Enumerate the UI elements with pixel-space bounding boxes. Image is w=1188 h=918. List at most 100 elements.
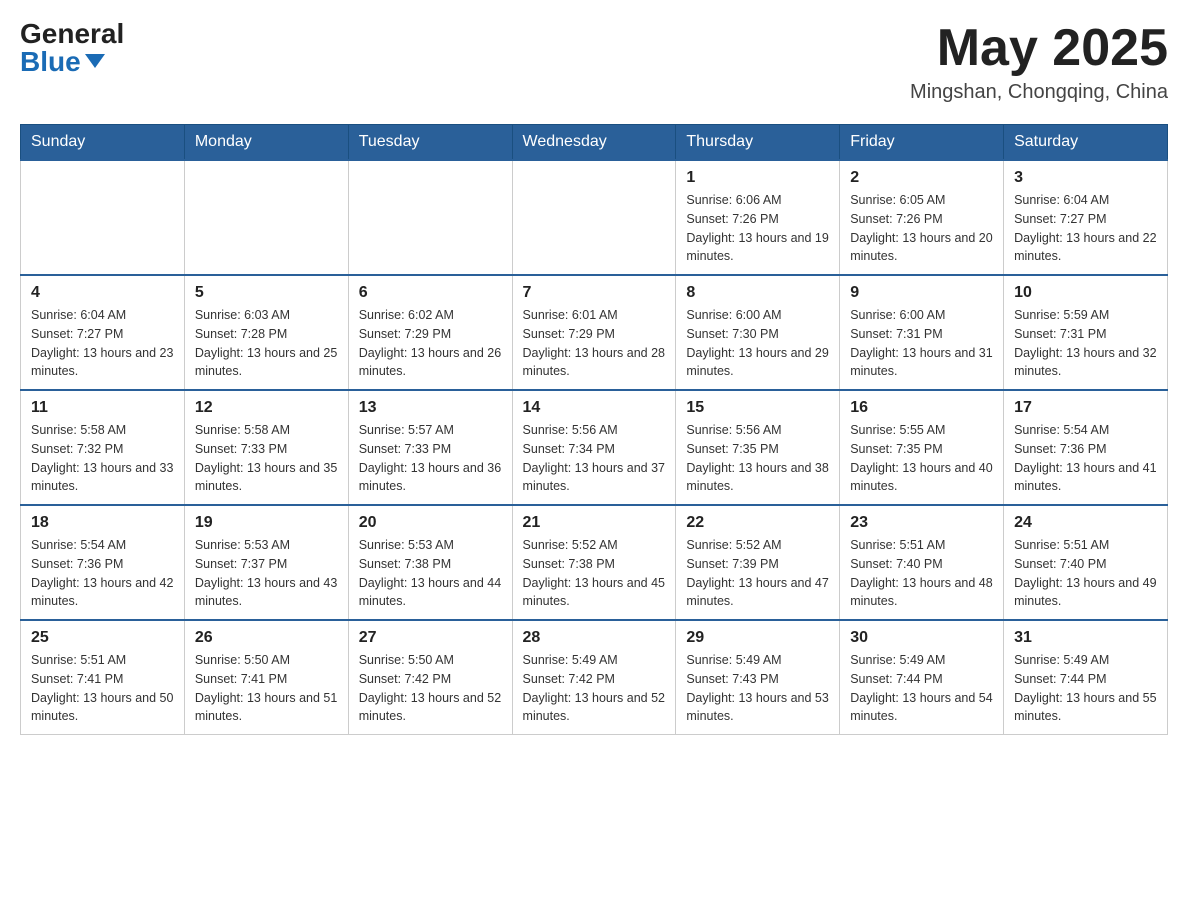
- calendar-table: SundayMondayTuesdayWednesdayThursdayFrid…: [20, 124, 1168, 735]
- day-number: 9: [850, 284, 993, 302]
- calendar-cell: 11 Sunrise: 5:58 AM Sunset: 7:32 PM Dayli…: [21, 390, 185, 505]
- calendar-cell: [348, 160, 512, 275]
- day-info: Sunrise: 5:57 AM Sunset: 7:33 PM Dayligh…: [359, 421, 502, 496]
- calendar-cell: 14 Sunrise: 5:56 AM Sunset: 7:34 PM Dayli…: [512, 390, 676, 505]
- calendar-cell: 8 Sunrise: 6:00 AM Sunset: 7:30 PM Daylig…: [676, 275, 840, 390]
- day-info: Sunrise: 6:02 AM Sunset: 7:29 PM Dayligh…: [359, 306, 502, 381]
- day-number: 27: [359, 629, 502, 647]
- day-info: Sunrise: 5:51 AM Sunset: 7:40 PM Dayligh…: [850, 536, 993, 611]
- calendar-cell: 7 Sunrise: 6:01 AM Sunset: 7:29 PM Daylig…: [512, 275, 676, 390]
- column-header-saturday: Saturday: [1004, 125, 1168, 161]
- day-info: Sunrise: 6:05 AM Sunset: 7:26 PM Dayligh…: [850, 191, 993, 266]
- day-number: 12: [195, 399, 338, 417]
- day-info: Sunrise: 6:06 AM Sunset: 7:26 PM Dayligh…: [686, 191, 829, 266]
- day-info: Sunrise: 5:58 AM Sunset: 7:33 PM Dayligh…: [195, 421, 338, 496]
- calendar-cell: 28 Sunrise: 5:49 AM Sunset: 7:42 PM Dayli…: [512, 620, 676, 735]
- day-number: 3: [1014, 169, 1157, 187]
- day-number: 30: [850, 629, 993, 647]
- calendar-cell: 18 Sunrise: 5:54 AM Sunset: 7:36 PM Dayli…: [21, 505, 185, 620]
- month-title: May 2025: [910, 20, 1168, 77]
- page-header: General Blue May 2025 Mingshan, Chongqin…: [20, 20, 1168, 104]
- column-header-sunday: Sunday: [21, 125, 185, 161]
- day-number: 16: [850, 399, 993, 417]
- calendar-cell: 10 Sunrise: 5:59 AM Sunset: 7:31 PM Dayli…: [1004, 275, 1168, 390]
- day-number: 31: [1014, 629, 1157, 647]
- logo-triangle-icon: [85, 54, 105, 68]
- column-header-monday: Monday: [184, 125, 348, 161]
- day-info: Sunrise: 5:56 AM Sunset: 7:34 PM Dayligh…: [523, 421, 666, 496]
- column-header-friday: Friday: [840, 125, 1004, 161]
- week-row-1: 1 Sunrise: 6:06 AM Sunset: 7:26 PM Daylig…: [21, 160, 1168, 275]
- calendar-cell: 17Sunrise: 5:54 AM Sunset: 7:36 PM Dayli…: [1004, 390, 1168, 505]
- day-number: 5: [195, 284, 338, 302]
- calendar-cell: 13 Sunrise: 5:57 AM Sunset: 7:33 PM Dayli…: [348, 390, 512, 505]
- day-info: Sunrise: 6:03 AM Sunset: 7:28 PM Dayligh…: [195, 306, 338, 381]
- day-number: 28: [523, 629, 666, 647]
- week-row-3: 11 Sunrise: 5:58 AM Sunset: 7:32 PM Dayli…: [21, 390, 1168, 505]
- calendar-cell: 27 Sunrise: 5:50 AM Sunset: 7:42 PM Dayli…: [348, 620, 512, 735]
- column-header-wednesday: Wednesday: [512, 125, 676, 161]
- header-row: SundayMondayTuesdayWednesdayThursdayFrid…: [21, 125, 1168, 161]
- calendar-cell: [512, 160, 676, 275]
- calendar-cell: 22 Sunrise: 5:52 AM Sunset: 7:39 PM Dayli…: [676, 505, 840, 620]
- calendar-cell: 24 Sunrise: 5:51 AM Sunset: 7:40 PM Dayli…: [1004, 505, 1168, 620]
- day-number: 1: [686, 169, 829, 187]
- day-info: Sunrise: 5:56 AM Sunset: 7:35 PM Dayligh…: [686, 421, 829, 496]
- day-number: 22: [686, 514, 829, 532]
- day-number: 25: [31, 629, 174, 647]
- day-number: 15: [686, 399, 829, 417]
- day-info: Sunrise: 5:53 AM Sunset: 7:38 PM Dayligh…: [359, 536, 502, 611]
- day-number: 18: [31, 514, 174, 532]
- column-header-tuesday: Tuesday: [348, 125, 512, 161]
- calendar-cell: 4Sunrise: 6:04 AM Sunset: 7:27 PM Daylig…: [21, 275, 185, 390]
- day-number: 11: [31, 399, 174, 417]
- day-number: 24: [1014, 514, 1157, 532]
- logo: General Blue: [20, 20, 124, 76]
- day-info: Sunrise: 5:49 AM Sunset: 7:44 PM Dayligh…: [1014, 651, 1157, 726]
- day-info: Sunrise: 5:51 AM Sunset: 7:40 PM Dayligh…: [1014, 536, 1157, 611]
- day-info: Sunrise: 5:49 AM Sunset: 7:43 PM Dayligh…: [686, 651, 829, 726]
- calendar-cell: 25Sunrise: 5:51 AM Sunset: 7:41 PM Dayli…: [21, 620, 185, 735]
- day-number: 29: [686, 629, 829, 647]
- calendar-cell: 30 Sunrise: 5:49 AM Sunset: 7:44 PM Dayli…: [840, 620, 1004, 735]
- calendar-cell: 2 Sunrise: 6:05 AM Sunset: 7:26 PM Daylig…: [840, 160, 1004, 275]
- day-number: 13: [359, 399, 502, 417]
- day-number: 8: [686, 284, 829, 302]
- calendar-cell: 16Sunrise: 5:55 AM Sunset: 7:35 PM Dayli…: [840, 390, 1004, 505]
- calendar-cell: 20Sunrise: 5:53 AM Sunset: 7:38 PM Dayli…: [348, 505, 512, 620]
- day-number: 2: [850, 169, 993, 187]
- calendar-cell: 1 Sunrise: 6:06 AM Sunset: 7:26 PM Daylig…: [676, 160, 840, 275]
- day-info: Sunrise: 6:00 AM Sunset: 7:30 PM Dayligh…: [686, 306, 829, 381]
- calendar-cell: 21Sunrise: 5:52 AM Sunset: 7:38 PM Dayli…: [512, 505, 676, 620]
- day-info: Sunrise: 5:49 AM Sunset: 7:42 PM Dayligh…: [523, 651, 666, 726]
- week-row-2: 4Sunrise: 6:04 AM Sunset: 7:27 PM Daylig…: [21, 275, 1168, 390]
- logo-general-text: General: [20, 20, 124, 48]
- day-info: Sunrise: 5:54 AM Sunset: 7:36 PM Dayligh…: [31, 536, 174, 611]
- calendar-cell: 23Sunrise: 5:51 AM Sunset: 7:40 PM Dayli…: [840, 505, 1004, 620]
- day-number: 14: [523, 399, 666, 417]
- calendar-cell: 3Sunrise: 6:04 AM Sunset: 7:27 PM Daylig…: [1004, 160, 1168, 275]
- day-info: Sunrise: 5:50 AM Sunset: 7:42 PM Dayligh…: [359, 651, 502, 726]
- day-number: 10: [1014, 284, 1157, 302]
- calendar-cell: 19Sunrise: 5:53 AM Sunset: 7:37 PM Dayli…: [184, 505, 348, 620]
- calendar-cell: 6 Sunrise: 6:02 AM Sunset: 7:29 PM Daylig…: [348, 275, 512, 390]
- title-section: May 2025 Mingshan, Chongqing, China: [910, 20, 1168, 104]
- day-info: Sunrise: 6:00 AM Sunset: 7:31 PM Dayligh…: [850, 306, 993, 381]
- day-info: Sunrise: 5:52 AM Sunset: 7:38 PM Dayligh…: [523, 536, 666, 611]
- day-info: Sunrise: 5:52 AM Sunset: 7:39 PM Dayligh…: [686, 536, 829, 611]
- calendar-cell: 15 Sunrise: 5:56 AM Sunset: 7:35 PM Dayli…: [676, 390, 840, 505]
- day-info: Sunrise: 5:50 AM Sunset: 7:41 PM Dayligh…: [195, 651, 338, 726]
- calendar-cell: 29 Sunrise: 5:49 AM Sunset: 7:43 PM Dayli…: [676, 620, 840, 735]
- calendar-cell: [184, 160, 348, 275]
- day-info: Sunrise: 5:49 AM Sunset: 7:44 PM Dayligh…: [850, 651, 993, 726]
- day-info: Sunrise: 5:58 AM Sunset: 7:32 PM Dayligh…: [31, 421, 174, 496]
- day-info: Sunrise: 5:59 AM Sunset: 7:31 PM Dayligh…: [1014, 306, 1157, 381]
- day-number: 4: [31, 284, 174, 302]
- day-number: 6: [359, 284, 502, 302]
- day-info: Sunrise: 5:53 AM Sunset: 7:37 PM Dayligh…: [195, 536, 338, 611]
- day-info: Sunrise: 6:01 AM Sunset: 7:29 PM Dayligh…: [523, 306, 666, 381]
- calendar-cell: 5 Sunrise: 6:03 AM Sunset: 7:28 PM Daylig…: [184, 275, 348, 390]
- week-row-5: 25Sunrise: 5:51 AM Sunset: 7:41 PM Dayli…: [21, 620, 1168, 735]
- day-number: 7: [523, 284, 666, 302]
- calendar-cell: 9 Sunrise: 6:00 AM Sunset: 7:31 PM Daylig…: [840, 275, 1004, 390]
